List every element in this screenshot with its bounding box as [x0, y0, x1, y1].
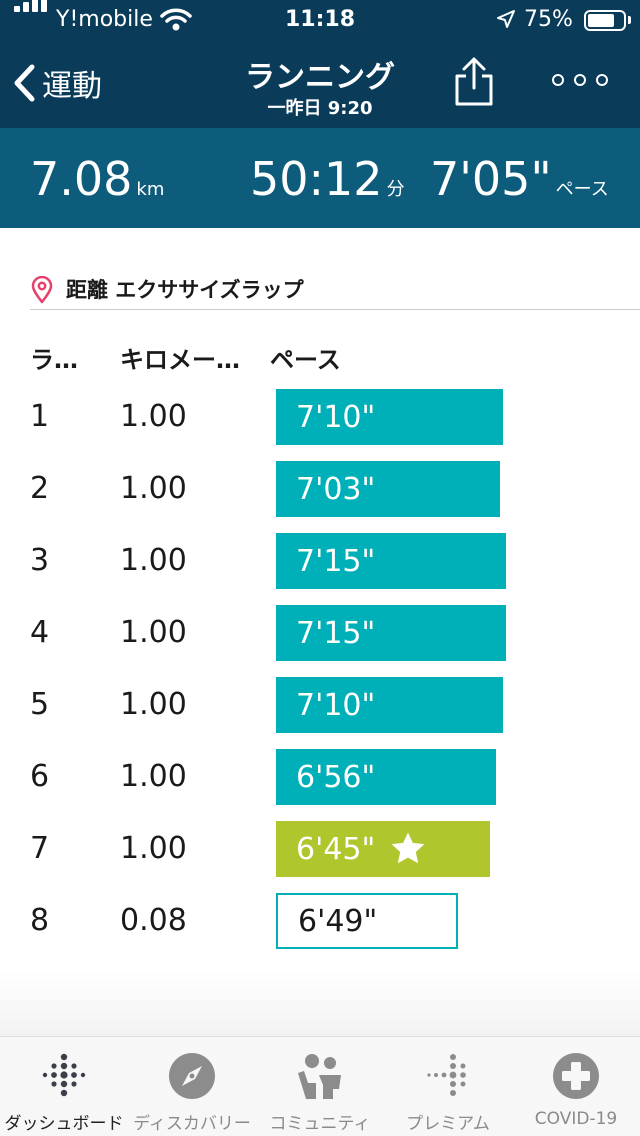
tab-label: プレミアム — [406, 1114, 490, 1134]
lap-number: 5 — [30, 687, 50, 722]
pace-label: 7'15" — [296, 543, 376, 579]
pace-bar: 7'15" — [276, 605, 506, 661]
lap-distance: 0.08 — [120, 903, 187, 938]
more-dot-icon — [574, 74, 586, 86]
lap-distance: 1.00 — [120, 543, 187, 578]
duration-summary: 50:12 分 — [250, 152, 405, 206]
tab-dashboard[interactable]: ダッシュボード — [0, 1037, 128, 1136]
battery-level — [588, 14, 614, 27]
lap-distance: 1.00 — [120, 615, 187, 650]
pace-label: 7'10" — [296, 687, 376, 723]
lap-distance: 1.00 — [120, 759, 187, 794]
pace-value: 7'05" — [430, 152, 552, 206]
table-row: 7 1.00 6'45" — [0, 821, 640, 879]
table-row: 4 1.00 7'15" — [0, 605, 640, 663]
location-pin-icon — [31, 276, 53, 304]
pace-bar: 6'56" — [276, 749, 496, 805]
pace-label: 6'49" — [298, 903, 378, 939]
lap-number: 7 — [30, 831, 50, 866]
battery-cap — [628, 16, 631, 24]
pace-bar: 7'10" — [276, 677, 503, 733]
tab-label: コミュニティ — [269, 1114, 371, 1134]
header: Y!mobile 11:18 75% 運動 ランニング 一昨日 9:20 — [0, 0, 640, 128]
pace-bar-best: 6'45" — [276, 821, 490, 877]
pace-unit: ペース — [555, 179, 609, 200]
table-row: 5 1.00 7'10" — [0, 677, 640, 735]
tab-label: ディスカバリー — [133, 1114, 251, 1134]
lap-number: 1 — [30, 399, 50, 434]
lap-number: 8 — [30, 903, 50, 938]
activity-summary: 7.08 km 50:12 分 7'05" ペース — [0, 128, 640, 228]
more-dot-icon — [552, 74, 564, 86]
lap-distance: 1.00 — [120, 471, 187, 506]
tab-bar: ダッシュボード ディスカバリー コミュニティ プレミアム COVID-19 — [0, 1036, 640, 1136]
page-subtitle: 一昨日 9:20 — [267, 98, 373, 119]
lap-distance: 1.00 — [120, 399, 187, 434]
distance-unit: km — [136, 179, 165, 200]
column-header-pace: ペース — [270, 346, 341, 374]
tab-label: COVID-19 — [534, 1109, 618, 1129]
pace-label: 6'45" — [296, 831, 376, 867]
compass-icon — [169, 1053, 215, 1099]
tab-discovery[interactable]: ディスカバリー — [128, 1037, 256, 1136]
share-button[interactable] — [452, 56, 496, 112]
column-header-km: キロメー… — [120, 346, 240, 374]
location-arrow-icon — [497, 10, 515, 28]
table-row: 2 1.00 7'03" — [0, 461, 640, 519]
tab-community[interactable]: コミュニティ — [256, 1037, 384, 1136]
star-icon — [391, 832, 425, 864]
pace-label: 6'56" — [296, 759, 376, 795]
pace-label: 7'10" — [296, 399, 376, 435]
lap-number: 2 — [30, 471, 50, 506]
more-dot-icon — [596, 74, 608, 86]
distance-summary: 7.08 km — [30, 152, 164, 206]
community-icon — [298, 1054, 341, 1099]
pace-label: 7'03" — [296, 471, 376, 507]
lap-distance: 1.00 — [120, 687, 187, 722]
status-bar: Y!mobile 11:18 75% — [0, 0, 640, 40]
battery-percent: 75% — [524, 7, 573, 32]
lap-distance: 1.00 — [120, 831, 187, 866]
table-row: 1 1.00 7'10" — [0, 389, 640, 447]
share-icon — [455, 57, 493, 106]
column-header-lap: ラ… — [30, 346, 78, 374]
pace-bar: 7'03" — [276, 461, 500, 517]
section-title: 距離 エクササイズラップ — [66, 278, 304, 302]
lap-number: 6 — [30, 759, 50, 794]
premium-dots-icon — [427, 1054, 466, 1096]
duration-unit: 分 — [386, 179, 405, 200]
pace-label: 7'15" — [296, 615, 376, 651]
distance-value: 7.08 — [30, 152, 133, 206]
lap-number: 4 — [30, 615, 50, 650]
tab-premium[interactable]: プレミアム — [384, 1037, 512, 1136]
content-fade — [0, 970, 640, 1036]
tab-covid19[interactable]: COVID-19 — [512, 1037, 640, 1136]
table-row: 3 1.00 7'15" — [0, 533, 640, 591]
page-title: ランニング — [245, 60, 395, 95]
dashboard-dots-icon — [42, 1053, 86, 1097]
battery-icon — [584, 10, 626, 31]
table-row: 8 0.08 6'49" — [0, 893, 640, 951]
duration-value: 50:12 — [250, 152, 383, 206]
pace-bar: 7'15" — [276, 533, 506, 589]
navigation-bar: 運動 ランニング 一昨日 9:20 — [0, 40, 640, 128]
more-button[interactable] — [552, 74, 608, 86]
plus-circle-icon — [553, 1053, 599, 1099]
table-row: 6 1.00 6'56" — [0, 749, 640, 807]
pace-bar-partial: 6'49" — [276, 893, 458, 949]
tab-label: ダッシュボード — [4, 1114, 124, 1134]
pace-summary: 7'05" ペース — [430, 152, 609, 206]
pace-bar: 7'10" — [276, 389, 503, 445]
lap-number: 3 — [30, 543, 50, 578]
laps-section-header: 距離 エクササイズラップ — [30, 276, 640, 310]
